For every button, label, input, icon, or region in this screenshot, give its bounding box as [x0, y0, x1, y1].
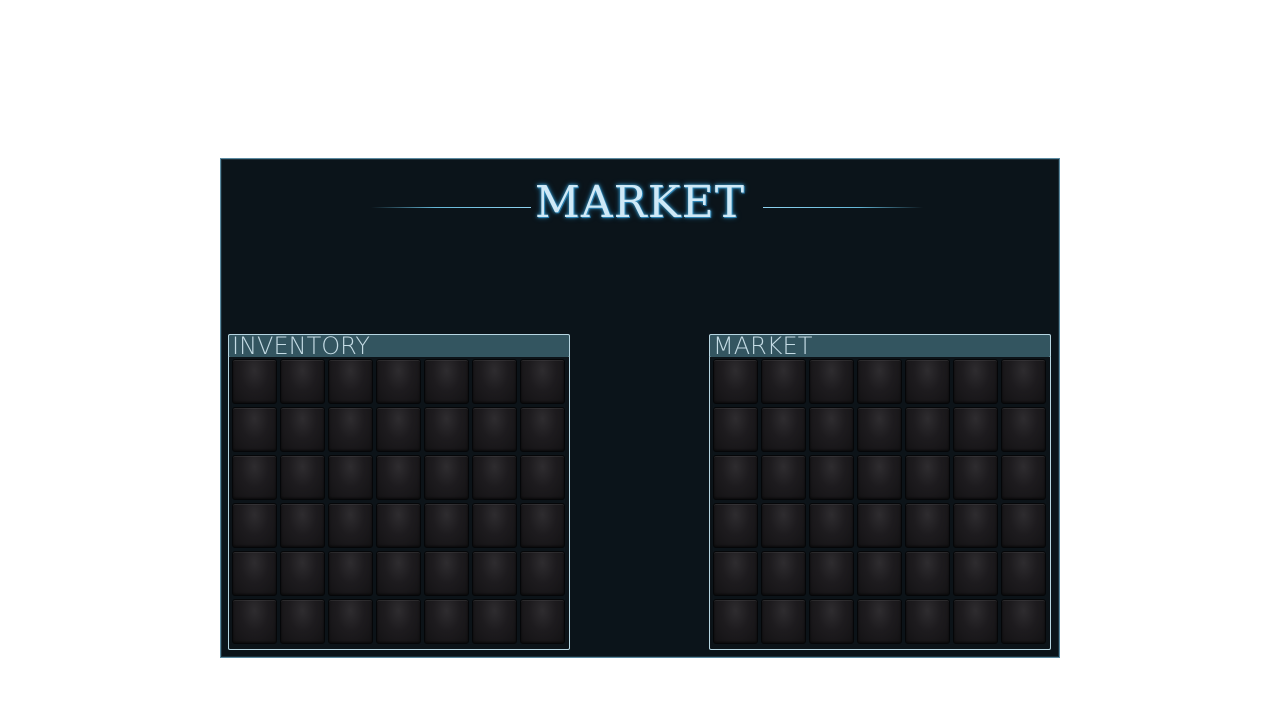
inventory-slot[interactable] — [232, 407, 277, 452]
market-slot[interactable] — [905, 359, 950, 404]
inventory-slot[interactable] — [232, 455, 277, 500]
market-slot[interactable] — [905, 551, 950, 596]
inventory-slot[interactable] — [376, 359, 421, 404]
inventory-slot[interactable] — [232, 359, 277, 404]
inventory-slot[interactable] — [472, 503, 517, 548]
inventory-slot[interactable] — [520, 455, 565, 500]
market-window: MARKET INVENTORY MARKET — [220, 158, 1060, 658]
market-slot[interactable] — [809, 503, 854, 548]
market-slot[interactable] — [857, 551, 902, 596]
market-slot[interactable] — [761, 503, 806, 548]
market-panel-header: MARKET — [709, 334, 1051, 358]
market-slot[interactable] — [1001, 455, 1046, 500]
market-slot[interactable] — [953, 551, 998, 596]
inventory-slot[interactable] — [232, 503, 277, 548]
inventory-slot[interactable] — [472, 455, 517, 500]
inventory-slot[interactable] — [520, 359, 565, 404]
market-slot[interactable] — [857, 455, 902, 500]
inventory-slot[interactable] — [472, 359, 517, 404]
market-slot[interactable] — [713, 599, 758, 644]
market-slot[interactable] — [713, 407, 758, 452]
market-slot[interactable] — [713, 455, 758, 500]
market-slot[interactable] — [761, 359, 806, 404]
inventory-slot[interactable] — [520, 503, 565, 548]
inventory-panel-header: INVENTORY — [228, 334, 570, 358]
market-slot[interactable] — [905, 503, 950, 548]
market-panel-body — [709, 357, 1051, 650]
inventory-slot[interactable] — [232, 551, 277, 596]
inventory-slot[interactable] — [520, 551, 565, 596]
inventory-slot[interactable] — [424, 407, 469, 452]
inventory-slot[interactable] — [328, 599, 373, 644]
market-slot[interactable] — [713, 359, 758, 404]
inventory-slot[interactable] — [520, 407, 565, 452]
inventory-slot[interactable] — [376, 551, 421, 596]
inventory-slot[interactable] — [424, 359, 469, 404]
inventory-grid — [232, 359, 565, 644]
window-title: MARKET — [534, 177, 746, 228]
market-slot[interactable] — [857, 503, 902, 548]
inventory-slot[interactable] — [376, 503, 421, 548]
inventory-slot[interactable] — [232, 599, 277, 644]
market-slot[interactable] — [809, 359, 854, 404]
market-slot[interactable] — [953, 359, 998, 404]
inventory-slot[interactable] — [280, 551, 325, 596]
inventory-slot[interactable] — [472, 599, 517, 644]
inventory-slot[interactable] — [280, 599, 325, 644]
inventory-slot[interactable] — [520, 599, 565, 644]
market-slot[interactable] — [809, 455, 854, 500]
market-slot[interactable] — [809, 551, 854, 596]
inventory-slot[interactable] — [280, 455, 325, 500]
title-bar: MARKET — [221, 177, 1059, 237]
inventory-panel: INVENTORY — [228, 334, 570, 650]
inventory-slot[interactable] — [328, 551, 373, 596]
market-slot[interactable] — [761, 599, 806, 644]
inventory-slot[interactable] — [424, 503, 469, 548]
market-slot[interactable] — [1001, 551, 1046, 596]
inventory-panel-label: INVENTORY — [232, 332, 370, 360]
inventory-slot[interactable] — [280, 503, 325, 548]
inventory-slot[interactable] — [472, 407, 517, 452]
inventory-slot[interactable] — [424, 599, 469, 644]
market-slot[interactable] — [953, 599, 998, 644]
market-slot[interactable] — [761, 407, 806, 452]
market-slot[interactable] — [1001, 407, 1046, 452]
inventory-slot[interactable] — [424, 455, 469, 500]
market-slot[interactable] — [713, 503, 758, 548]
inventory-slot[interactable] — [328, 455, 373, 500]
market-panel: MARKET — [709, 334, 1051, 650]
market-slot[interactable] — [1001, 599, 1046, 644]
market-slot[interactable] — [953, 407, 998, 452]
inventory-slot[interactable] — [376, 599, 421, 644]
market-slot[interactable] — [953, 503, 998, 548]
inventory-slot[interactable] — [376, 407, 421, 452]
market-slot[interactable] — [905, 599, 950, 644]
market-slot[interactable] — [809, 407, 854, 452]
market-panel-label: MARKET — [713, 332, 813, 360]
market-slot[interactable] — [761, 551, 806, 596]
market-slot[interactable] — [857, 407, 902, 452]
market-slot[interactable] — [761, 455, 806, 500]
inventory-slot[interactable] — [328, 503, 373, 548]
market-slot[interactable] — [1001, 503, 1046, 548]
market-slot[interactable] — [953, 455, 998, 500]
inventory-slot[interactable] — [424, 551, 469, 596]
inventory-slot[interactable] — [328, 407, 373, 452]
inventory-slot[interactable] — [280, 359, 325, 404]
market-slot[interactable] — [905, 407, 950, 452]
inventory-slot[interactable] — [472, 551, 517, 596]
inventory-slot[interactable] — [328, 359, 373, 404]
market-slot[interactable] — [857, 359, 902, 404]
market-slot[interactable] — [713, 551, 758, 596]
market-slot[interactable] — [809, 599, 854, 644]
market-slot[interactable] — [905, 455, 950, 500]
market-slot[interactable] — [1001, 359, 1046, 404]
inventory-slot[interactable] — [280, 407, 325, 452]
market-grid — [713, 359, 1046, 644]
inventory-panel-body — [228, 357, 570, 650]
inventory-slot[interactable] — [376, 455, 421, 500]
title-divider-right — [763, 207, 923, 208]
market-slot[interactable] — [857, 599, 902, 644]
